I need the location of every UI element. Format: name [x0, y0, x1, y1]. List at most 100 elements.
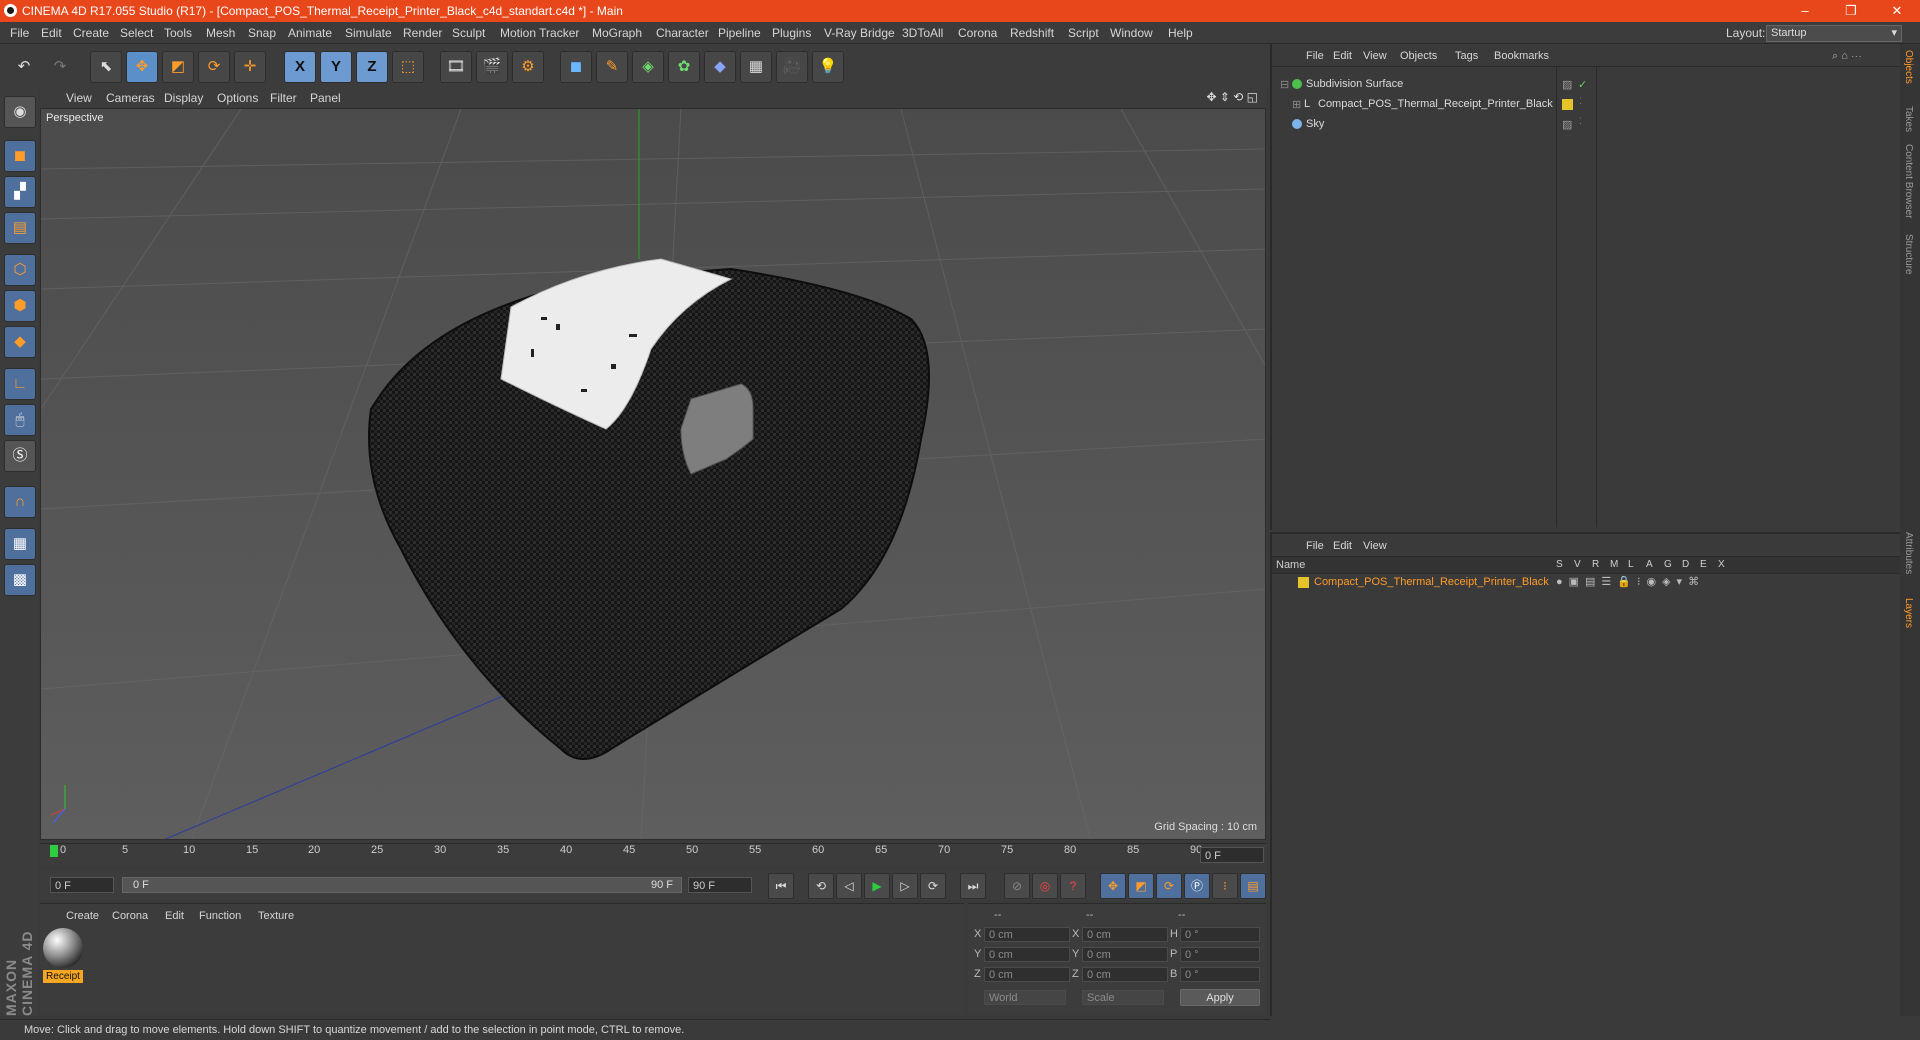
position-x-field[interactable]: 0 cm [984, 927, 1070, 942]
snap-icon[interactable]: Ⓢ [4, 440, 36, 472]
obj-menu-tags[interactable]: Tags [1455, 50, 1478, 62]
menu-edit[interactable]: Edit [41, 26, 62, 40]
position-y-field[interactable]: 0 cm [984, 947, 1070, 962]
obj-menu-edit[interactable]: Edit [1333, 50, 1352, 62]
move-tool-icon[interactable]: ✥ [126, 51, 158, 83]
key-parameter-icon[interactable]: Ⓟ [1184, 873, 1210, 899]
vp-menu-display[interactable]: Display [164, 91, 203, 105]
menu-snap[interactable]: Snap [248, 26, 276, 40]
rotation-p-field[interactable]: 0 ° [1180, 947, 1260, 962]
rotation-b-field[interactable]: 0 ° [1180, 967, 1260, 982]
object-row-printer[interactable]: ⊞ L Compact_POS_Thermal_Receipt_Printer_… [1272, 96, 1902, 115]
make-editable-icon[interactable]: ◉ [4, 96, 36, 128]
play-icon[interactable]: ▶ [864, 873, 890, 899]
vp-menu-filter[interactable]: Filter [270, 91, 297, 105]
tab-layers[interactable]: Layers [1903, 598, 1914, 628]
expand-icon[interactable]: ⊞ [1292, 98, 1301, 111]
prev-frame-icon[interactable]: ◁ [836, 873, 862, 899]
minimize-button[interactable]: – [1782, 0, 1828, 22]
size-x-field[interactable]: 0 cm [1082, 927, 1168, 942]
mat-menu-texture[interactable]: Texture [258, 910, 294, 922]
layer-menu-file[interactable]: File [1306, 540, 1324, 552]
key-scale-icon[interactable]: ◩ [1128, 873, 1154, 899]
tab-objects[interactable]: Objects [1903, 50, 1914, 84]
menu-animate[interactable]: Animate [288, 26, 332, 40]
start-frame-field[interactable]: 0 F [50, 877, 114, 893]
object-row-subdivision[interactable]: ⊟ Subdivision Surface ▨ ✓ [1272, 76, 1902, 95]
obj-menu-view[interactable]: View [1363, 50, 1387, 62]
edges-mode-icon[interactable]: ⬢ [4, 290, 36, 322]
playhead[interactable] [50, 845, 58, 857]
enabled-check-icon[interactable]: ✓ [1578, 78, 1587, 91]
menu-plugins[interactable]: Plugins [772, 26, 811, 40]
menu-help[interactable]: Help [1168, 26, 1193, 40]
layer-menu-view[interactable]: View [1363, 540, 1387, 552]
render-settings-icon[interactable]: ⚙ [512, 51, 544, 83]
end-frame-field[interactable]: 90 F [688, 877, 752, 893]
menu-3dtoall[interactable]: 3DToAll [902, 26, 943, 40]
menu-window[interactable]: Window [1110, 26, 1153, 40]
scale-tool-icon[interactable]: ◩ [162, 51, 194, 83]
render-view-icon[interactable]: 🎞 [440, 51, 472, 83]
record-keys-icon[interactable]: ⊘ [1004, 873, 1030, 899]
menu-script[interactable]: Script [1068, 26, 1099, 40]
live-selection-icon[interactable]: ⬉ [90, 51, 122, 83]
menu-simulate[interactable]: Simulate [345, 26, 392, 40]
prev-key-icon[interactable]: ⟲ [808, 873, 834, 899]
render-picture-viewer-icon[interactable]: 🎬 [476, 51, 508, 83]
magnet-icon[interactable]: ∩ [4, 486, 36, 518]
workplane-icon[interactable]: ▤ [4, 212, 36, 244]
visibility-dots-icon[interactable]: ⁚ [1579, 116, 1582, 127]
next-key-icon[interactable]: ⟳ [920, 873, 946, 899]
obj-menu-objects[interactable]: Objects [1400, 50, 1437, 62]
tweak-mode-icon[interactable]: 🖱 [4, 404, 36, 436]
planar-workplane-icon[interactable]: ▩ [4, 564, 36, 596]
apply-button[interactable]: Apply [1180, 989, 1260, 1006]
vp-menu-options[interactable]: Options [217, 91, 258, 105]
y-axis-lock-button[interactable]: Y [320, 51, 352, 83]
vp-menu-panel[interactable]: Panel [310, 91, 341, 105]
mat-menu-function[interactable]: Function [199, 910, 241, 922]
menu-motion-tracker[interactable]: Motion Tracker [500, 26, 579, 40]
close-button[interactable]: ✕ [1874, 0, 1920, 22]
menu-file[interactable]: File [10, 26, 29, 40]
layer-menu-edit[interactable]: Edit [1333, 540, 1352, 552]
menu-corona[interactable]: Corona [958, 26, 997, 40]
autokey-icon[interactable]: ◎ [1032, 873, 1058, 899]
size-y-field[interactable]: 0 cm [1082, 947, 1168, 962]
menu-mesh[interactable]: Mesh [206, 26, 235, 40]
z-axis-lock-button[interactable]: Z [356, 51, 388, 83]
size-z-field[interactable]: 0 cm [1082, 967, 1168, 982]
menu-redshift[interactable]: Redshift [1010, 26, 1054, 40]
tab-attributes[interactable]: Attributes [1903, 532, 1914, 574]
coordinate-system-icon[interactable]: ⬚ [392, 51, 424, 83]
rotate-tool-icon[interactable]: ⟳ [198, 51, 230, 83]
polygons-mode-icon[interactable]: ◆ [4, 326, 36, 358]
redo-icon[interactable]: ↷ [44, 51, 76, 83]
menu-pipeline[interactable]: Pipeline [718, 26, 761, 40]
pen-spline-icon[interactable]: ✎ [596, 51, 628, 83]
model-mode-icon[interactable]: ◼ [4, 140, 36, 172]
undo-icon[interactable]: ↶ [8, 51, 40, 83]
menu-render[interactable]: Render [403, 26, 442, 40]
layer-color-swatch[interactable] [1298, 577, 1309, 588]
vp-menu-cameras[interactable]: Cameras [106, 91, 155, 105]
visibility-dots-icon[interactable]: ⁚ [1579, 96, 1582, 107]
menu-mograph[interactable]: MoGraph [592, 26, 642, 40]
frame-ruler[interactable]: 0 5 10 15 20 25 30 35 40 45 50 55 60 65 … [50, 844, 1202, 866]
goto-start-icon[interactable]: ⏮ [768, 873, 794, 899]
obj-menu-file[interactable]: File [1306, 50, 1324, 62]
texture-mode-icon[interactable]: ▞ [4, 176, 36, 208]
range-slider[interactable]: 0 F 90 F [122, 877, 682, 893]
next-frame-icon[interactable]: ▷ [892, 873, 918, 899]
lock-workplane-icon[interactable]: ▦ [4, 528, 36, 560]
floor-icon[interactable]: ▦ [740, 51, 772, 83]
timeline-window-icon[interactable]: ▤ [1240, 873, 1266, 899]
world-select[interactable]: World [984, 990, 1066, 1005]
rotation-h-field[interactable]: 0 ° [1180, 927, 1260, 942]
mat-menu-corona[interactable]: Corona [112, 910, 148, 922]
search-icon[interactable]: ⌕ ⌂ ⋯ [1832, 50, 1862, 63]
menu-select[interactable]: Select [120, 26, 153, 40]
key-pla-icon[interactable]: ⁝ [1212, 873, 1238, 899]
timeline-ruler[interactable]: 0 5 10 15 20 25 30 35 40 45 50 55 60 65 … [40, 843, 1266, 865]
